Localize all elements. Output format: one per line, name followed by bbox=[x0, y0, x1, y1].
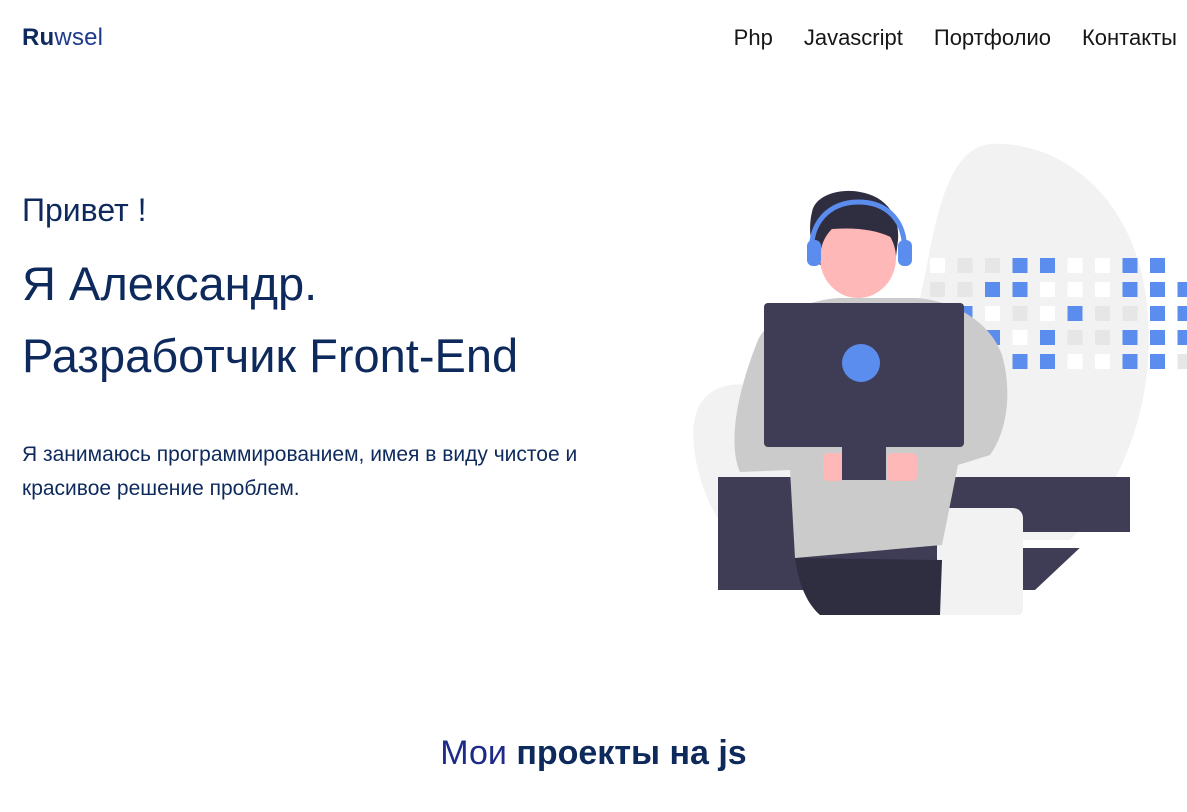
grid-square bbox=[1122, 330, 1138, 345]
monitor-stand bbox=[842, 445, 886, 480]
left-hand bbox=[823, 453, 845, 481]
grid-square bbox=[1150, 306, 1165, 321]
right-hand bbox=[887, 453, 917, 481]
grid-square bbox=[1177, 258, 1187, 273]
grid-square bbox=[1095, 282, 1110, 297]
grid-square bbox=[1012, 330, 1028, 345]
developer-at-computer-icon bbox=[693, 143, 1187, 618]
grid-square bbox=[1150, 282, 1165, 297]
grid-square bbox=[1122, 354, 1138, 369]
developer-illustration bbox=[690, 140, 1187, 618]
grid-square bbox=[1177, 282, 1187, 297]
grid-square bbox=[1095, 306, 1110, 321]
grid-square bbox=[930, 258, 945, 273]
grid-square bbox=[1040, 306, 1055, 321]
logo-light-text: wsel bbox=[54, 24, 104, 51]
grid-square bbox=[985, 306, 1000, 321]
projects-title-light: Мои bbox=[440, 734, 507, 772]
chair bbox=[937, 508, 1023, 618]
site-header: Ruwsel Php Javascript Портфолио Контакты bbox=[0, 0, 1187, 76]
nav-link-contacts[interactable]: Контакты bbox=[1082, 23, 1177, 53]
grid-square bbox=[930, 282, 945, 297]
grid-square bbox=[957, 258, 973, 273]
grid-square bbox=[1040, 282, 1055, 297]
grid-square bbox=[1150, 330, 1165, 345]
nav-link-javascript[interactable]: Javascript bbox=[804, 23, 903, 53]
nav-link-portfolio[interactable]: Портфолио bbox=[934, 23, 1051, 53]
grid-square bbox=[1067, 258, 1083, 273]
grid-square bbox=[1040, 330, 1055, 345]
hero-title: Я Александр. Разработчик Front-End bbox=[22, 248, 662, 392]
headphones-left-cup bbox=[807, 240, 821, 266]
hero-greeting: Привет ! bbox=[22, 192, 147, 228]
grid-square bbox=[1177, 330, 1187, 345]
monitor-logo bbox=[842, 344, 880, 382]
site-logo[interactable]: Ruwsel bbox=[22, 23, 103, 53]
grid-square bbox=[985, 282, 1000, 297]
grid-square bbox=[1012, 306, 1028, 321]
grid-square bbox=[1122, 258, 1138, 273]
grid-square bbox=[1177, 354, 1187, 369]
grid-square bbox=[1095, 258, 1110, 273]
hero-description: Я занимаюсь программированием, имея в ви… bbox=[22, 443, 578, 500]
grid-square bbox=[1122, 282, 1138, 297]
grid-square bbox=[1095, 330, 1110, 345]
logo-bold-text: Ru bbox=[22, 24, 55, 51]
hero-title-line-name: Я Александр. bbox=[22, 257, 318, 310]
grid-square bbox=[1040, 354, 1055, 369]
grid-square bbox=[1067, 330, 1083, 345]
grid-square bbox=[1067, 354, 1083, 369]
grid-square bbox=[1012, 258, 1028, 273]
person-legs bbox=[795, 558, 942, 615]
grid-square bbox=[1012, 354, 1028, 369]
grid-square bbox=[1150, 258, 1165, 273]
projects-title-bold: проекты на js bbox=[516, 734, 747, 772]
headphones-right-cup bbox=[898, 240, 912, 266]
grid-square bbox=[1040, 258, 1055, 273]
nav-link-php[interactable]: Php bbox=[734, 23, 773, 53]
grid-square bbox=[1177, 306, 1187, 321]
grid-square bbox=[1067, 282, 1083, 297]
hero-section: Привет ! Я Александр. Разработчик Front-… bbox=[22, 188, 662, 506]
grid-square bbox=[985, 258, 1000, 273]
grid-square bbox=[1150, 354, 1165, 369]
main-nav: Php Javascript Портфолио Контакты bbox=[734, 23, 1177, 53]
grid-square bbox=[1095, 354, 1110, 369]
grid-square bbox=[1067, 306, 1083, 321]
grid-square bbox=[1012, 282, 1028, 297]
grid-square bbox=[957, 282, 973, 297]
projects-section-title: Мои проекты на js bbox=[0, 728, 1187, 778]
grid-square bbox=[1122, 306, 1138, 321]
hero-title-line-role: Разработчик Front-End bbox=[22, 329, 519, 382]
desk-edge bbox=[1020, 540, 1090, 548]
